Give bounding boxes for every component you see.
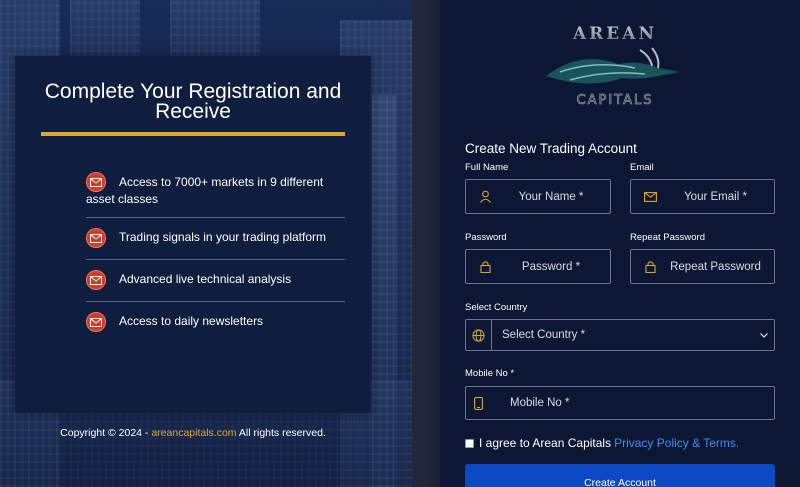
repeat-password-placeholder: Repeat Password [670,260,761,273]
registration-panel: AREAN CAPITALS Create New Trading Accoun… [440,0,800,487]
terms-agreement: I agree to Arean Capitals Privacy Policy… [465,436,739,450]
copyright: Copyright © 2024 - areancapitals.com All… [0,427,386,439]
feature-item: Trading signals in your trading platform [119,230,326,244]
feature-divider [86,217,345,218]
password-field[interactable]: Password * [465,249,611,284]
mobile-phone-icon [474,396,510,410]
repeat-password-field[interactable]: Repeat Password [630,249,775,284]
password-placeholder: Password * [521,260,581,273]
panel-gap [412,0,440,487]
lock-icon [472,260,498,273]
benefits-heading: Complete Your Registration and Receive [44,80,342,123]
full-name-label: Full Name [465,162,509,173]
feature-divider [86,259,345,260]
country-select[interactable]: Select Country * [465,319,775,351]
create-account-button[interactable]: Create Account [465,464,775,487]
copyright-suffix: All rights reserved. [238,427,326,439]
email-label: Email [630,162,654,173]
feature-item: Advanced live technical analysis [119,272,292,286]
country-select-value: Select Country * [502,329,586,341]
mobile-placeholder: Mobile No * [510,397,570,409]
terms-text: I agree to Arean Capitals [479,436,612,450]
full-name-placeholder: Your Name * [518,190,584,203]
arean-capitals-logo: AREAN CAPITALS [546,24,680,108]
copyright-text: Copyright © 2024 - [60,427,149,439]
repeat-password-label: Repeat Password [630,232,705,243]
lock-icon [637,260,663,273]
feature-item: Access to daily newsletters [119,314,264,328]
heading-divider [41,132,345,136]
site-link[interactable]: areancapitals.com [151,427,236,439]
form-title: Create New Trading Account [465,141,637,156]
full-name-field[interactable]: Your Name * [465,179,611,214]
email-field[interactable]: Your Email * [630,179,775,214]
promo-panel: Complete Your Registration and Receive A… [0,0,412,487]
logo-wordmark-top: AREAN [572,24,657,44]
envelope-icon [637,191,663,202]
feature-item: Access to 7000+ markets in 9 different a… [86,175,324,206]
email-placeholder: Your Email * [684,190,747,203]
privacy-terms-link[interactable]: Privacy Policy & Terms. [614,436,739,450]
logo-wordmark-bottom: CAPITALS [577,93,654,108]
logo-bull-silhouette [546,59,680,84]
user-icon [472,190,498,203]
mobile-field[interactable]: Mobile No * [465,386,775,420]
mobile-label: Mobile No * [465,368,515,379]
terms-checkbox[interactable] [465,438,474,448]
benefits-card: Complete Your Registration and Receive A… [15,56,371,413]
globe-icon [466,320,492,350]
feature-divider [86,301,345,302]
chevron-down-icon [754,320,774,350]
country-label: Select Country [465,302,528,313]
password-label: Password [465,232,507,243]
